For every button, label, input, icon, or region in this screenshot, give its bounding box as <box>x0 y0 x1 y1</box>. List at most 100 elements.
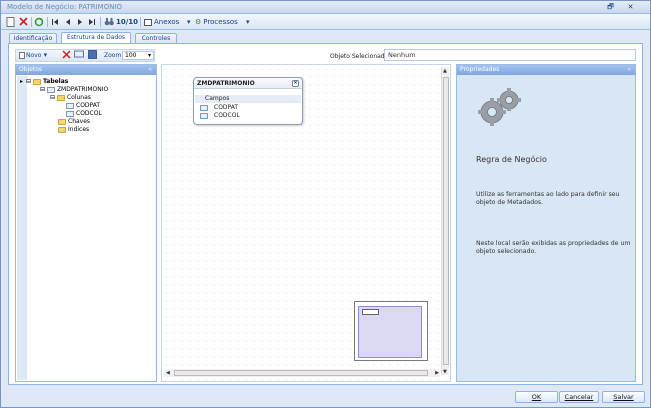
horizontal-scroll-thumb[interactable] <box>174 370 428 376</box>
tab-strip: Identificação Estrutura de Dados Control… <box>1 31 650 43</box>
folder-icon <box>58 118 66 125</box>
toolbar-separator <box>31 17 32 27</box>
expand-icon: ▸ <box>20 78 24 85</box>
tree-node-tabelas[interactable]: ▸ ⊟ Tabelas <box>20 78 68 86</box>
tree-label-column: CODCOL <box>76 110 102 117</box>
close-button[interactable]: ✕ <box>626 3 635 12</box>
save-button[interactable]: Salvar <box>602 391 645 403</box>
minimap[interactable] <box>354 301 428 361</box>
folder-icon <box>58 126 66 133</box>
objects-panel: Objetos « ▸ ⊟ Tabelas ⊟ ZMDPATRIMONIO ⊟ C… <box>15 64 157 382</box>
refresh-icon[interactable] <box>34 17 44 28</box>
entity-box[interactable]: ZMDPATRIMONIO × Campos CODPAT CODCOL <box>193 77 303 125</box>
entity-field-label: CODPAT <box>214 104 239 111</box>
objects-panel-title: Objetos <box>19 66 43 73</box>
properties-help-text: Neste local serão exibidas as propriedad… <box>476 240 631 255</box>
entity-title: ZMDPATRIMONIO <box>197 80 255 87</box>
next-record-icon[interactable] <box>76 17 84 28</box>
window-title: Modelo de Negócio: PATRIMONIO <box>7 3 123 11</box>
properties-heading: Regra de Negócio <box>476 155 547 164</box>
selected-object-label: Objeto Selecionado: <box>330 53 391 60</box>
selected-object-field[interactable]: Nenhum <box>384 49 636 61</box>
window: Modelo de Negócio: PATRIMONIO 🗗 ✕ 10/10 … <box>0 0 651 408</box>
zoom-value: 100 <box>125 52 137 59</box>
binoculars-icon[interactable] <box>104 17 114 28</box>
new-item-icon <box>19 51 25 59</box>
scroll-up-icon[interactable]: ▲ <box>443 68 447 74</box>
entity-header[interactable]: ZMDPATRIMONIO × <box>194 78 302 89</box>
first-record-icon[interactable] <box>51 17 59 28</box>
processos-label: Processos <box>203 18 238 26</box>
entity-field-label: CODCOL <box>214 112 240 119</box>
designer-toolbar: Novo ▾ Zoom 100 ▾ <box>15 49 155 62</box>
attachment-icon <box>144 18 152 26</box>
properties-panel-header: Propriedades » <box>457 65 635 75</box>
minimap-entity <box>362 309 379 315</box>
field-icon <box>200 112 208 119</box>
tab-identificacao[interactable]: Identificação <box>9 33 57 43</box>
processos-button[interactable]: ⚙ Processos <box>195 17 238 28</box>
tree-node-table[interactable]: ⊟ ZMDPATRIMONIO <box>40 86 108 94</box>
toolbar-separator <box>140 17 141 27</box>
anexos-dropdown-icon[interactable]: ▾ <box>187 17 191 28</box>
scroll-right-icon[interactable]: ▶ <box>435 370 439 376</box>
column-icon <box>66 110 74 117</box>
field-icon <box>200 104 208 111</box>
zoom-select[interactable]: 100 ▾ <box>122 51 154 60</box>
tree-node-chaves[interactable]: Chaves <box>58 118 90 126</box>
anexos-label: Anexos <box>154 18 180 26</box>
novo-button[interactable]: Novo ▾ <box>19 50 47 61</box>
view-icon[interactable] <box>74 50 84 61</box>
toolbar-separator <box>47 17 48 27</box>
tab-estrutura-de-dados[interactable]: Estrutura de Dados <box>61 32 131 43</box>
tree-label-table: ZMDPATRIMONIO <box>56 86 109 93</box>
tree-label-chaves: Chaves <box>68 118 91 125</box>
vertical-scrollbar[interactable]: ▲ ▼ <box>441 67 449 375</box>
properties-help-text: Utilize as ferramentas ao lado para defi… <box>476 191 620 206</box>
tree-label-indices: Índices <box>68 126 90 133</box>
ok-button[interactable]: OK <box>515 391 558 403</box>
anexos-button[interactable]: Anexos <box>144 17 179 28</box>
tree-node-colunas[interactable]: ⊟ Colunas <box>50 94 91 102</box>
tree-label-column: CODPAT <box>76 102 101 109</box>
tree-node-column[interactable]: CODPAT <box>66 102 100 110</box>
title-bar: Modelo de Negócio: PATRIMONIO 🗗 ✕ <box>1 1 650 14</box>
scroll-down-icon[interactable]: ▼ <box>443 369 447 375</box>
chevron-down-icon: ▾ <box>147 52 151 59</box>
previous-record-icon[interactable] <box>64 17 72 28</box>
tree-gutter <box>17 76 27 380</box>
collapse-icon[interactable]: « <box>148 65 152 75</box>
folder-icon <box>32 78 41 85</box>
cancel-button[interactable]: Cancelar <box>559 391 599 403</box>
remove-icon[interactable] <box>62 50 71 61</box>
tree-label-colunas: Colunas <box>66 94 91 101</box>
entity-field[interactable]: CODPAT <box>200 104 238 111</box>
delete-icon[interactable] <box>19 17 28 28</box>
save-layout-icon[interactable] <box>88 50 97 61</box>
horizontal-scrollbar[interactable]: ◀ ▶ <box>164 369 440 377</box>
tree-node-column[interactable]: CODCOL <box>66 110 102 118</box>
gears-icon <box>475 88 523 132</box>
collapse-icon[interactable]: » <box>627 65 631 75</box>
toolbar-separator <box>100 17 101 27</box>
novo-label: Novo <box>26 52 42 59</box>
tree-label-tabelas: Tabelas <box>42 78 69 85</box>
process-icon: ⚙ <box>195 18 202 26</box>
table-icon <box>46 86 55 93</box>
restore-button[interactable]: 🗗 <box>606 3 615 12</box>
entity-field[interactable]: CODCOL <box>200 112 240 119</box>
tree-node-indices[interactable]: Índices <box>58 126 89 134</box>
properties-panel-title: Propriedades <box>460 66 500 73</box>
objects-panel-header: Objetos « <box>16 65 156 75</box>
entity-section-label: Campos <box>195 95 301 103</box>
processos-dropdown-icon[interactable]: ▾ <box>246 17 250 28</box>
tab-controles[interactable]: Controles <box>135 33 177 43</box>
folder-icon <box>56 94 65 101</box>
close-icon[interactable]: × <box>292 80 299 87</box>
scroll-left-icon[interactable]: ◀ <box>166 370 170 376</box>
column-icon <box>66 102 74 109</box>
vertical-scroll-thumb[interactable] <box>443 77 449 365</box>
new-icon[interactable] <box>6 17 15 28</box>
page-counter: 10/10 <box>116 18 139 26</box>
last-record-icon[interactable] <box>88 17 96 28</box>
